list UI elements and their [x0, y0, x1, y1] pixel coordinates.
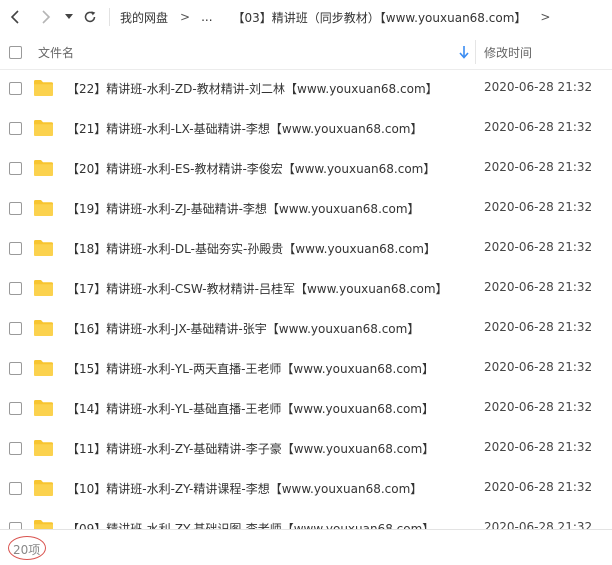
folder-icon	[34, 120, 53, 136]
modified-time: 2020-06-28 21:32	[484, 480, 593, 494]
table-row[interactable]: 【09】精讲班-水利-ZY-基础识图-李老师【www.youxuan68.com…	[0, 510, 612, 529]
file-name[interactable]: 【09】精讲班-水利-ZY-基础识图-李老师【www.youxuan68.com…	[67, 520, 434, 529]
arrow-down-icon[interactable]	[458, 44, 470, 60]
row-checkbox[interactable]	[9, 122, 22, 135]
file-name[interactable]: 【20】精讲班-水利-ES-教材精讲-李俊宏【www.youxuan68.com…	[67, 160, 435, 177]
row-checkbox[interactable]	[9, 402, 22, 415]
name-column-header[interactable]: 文件名	[38, 44, 74, 61]
folder-icon	[34, 400, 53, 416]
row-checkbox[interactable]	[9, 242, 22, 255]
table-row[interactable]: 【20】精讲班-水利-ES-教材精讲-李俊宏【www.youxuan68.com…	[0, 150, 612, 190]
modified-time: 2020-06-28 21:32	[484, 240, 593, 254]
table-row[interactable]: 【22】精讲班-水利-ZD-教材精讲-刘二林【www.youxuan68.com…	[0, 70, 612, 110]
folder-icon	[34, 160, 53, 176]
modified-time: 2020-06-28 21:32	[484, 120, 593, 134]
table-row[interactable]: 【21】精讲班-水利-LX-基础精讲-李想【www.youxuan68.com】…	[0, 110, 612, 150]
row-checkbox[interactable]	[9, 322, 22, 335]
time-column-header[interactable]: 修改时间	[484, 44, 532, 61]
row-checkbox[interactable]	[9, 522, 22, 529]
modified-time: 2020-06-28 21:32	[484, 400, 593, 414]
file-name[interactable]: 【11】精讲班-水利-ZY-基础精讲-李子豪【www.youxuan68.com…	[67, 440, 434, 457]
table-row[interactable]: 【11】精讲班-水利-ZY-基础精讲-李子豪【www.youxuan68.com…	[0, 430, 612, 470]
file-name[interactable]: 【19】精讲班-水利-ZJ-基础精讲-李想【www.youxuan68.com】	[67, 200, 420, 217]
refresh-icon	[84, 11, 96, 23]
modified-time: 2020-06-28 21:32	[484, 520, 593, 529]
caret-down-icon	[65, 14, 73, 19]
folder-icon	[34, 240, 53, 256]
breadcrumb: 我的网盘 > ... 【03】精讲班（同步教材）【www.youxuan68.c…	[120, 0, 561, 34]
file-name[interactable]: 【17】精讲班-水利-CSW-教材精讲-吕桂军【www.youxuan68.co…	[67, 280, 448, 297]
toolbar-divider	[109, 8, 110, 26]
column-divider[interactable]	[475, 40, 476, 64]
row-checkbox[interactable]	[9, 202, 22, 215]
refresh-button[interactable]	[80, 7, 100, 27]
table-row[interactable]: 【18】精讲班-水利-DL-基础夯实-孙殿贵【www.youxuan68.com…	[0, 230, 612, 270]
table-row[interactable]: 【19】精讲班-水利-ZJ-基础精讲-李想【www.youxuan68.com】…	[0, 190, 612, 230]
folder-icon	[34, 440, 53, 456]
file-list: 【22】精讲班-水利-ZD-教材精讲-刘二林【www.youxuan68.com…	[0, 70, 612, 529]
annotation-circle	[8, 536, 46, 560]
breadcrumb-root[interactable]: 我的网盘	[120, 9, 168, 26]
history-dropdown[interactable]	[62, 7, 76, 27]
modified-time: 2020-06-28 21:32	[484, 160, 593, 174]
folder-icon	[34, 480, 53, 496]
modified-time: 2020-06-28 21:32	[484, 200, 593, 214]
row-checkbox[interactable]	[9, 482, 22, 495]
table-row[interactable]: 【15】精讲班-水利-YL-两天直播-王老师【www.youxuan68.com…	[0, 350, 612, 390]
file-name[interactable]: 【14】精讲班-水利-YL-基础直播-王老师【www.youxuan68.com…	[67, 400, 434, 417]
row-checkbox[interactable]	[9, 442, 22, 455]
back-button[interactable]	[6, 7, 26, 27]
folder-icon	[34, 320, 53, 336]
chevron-left-icon	[10, 10, 19, 24]
modified-time: 2020-06-28 21:32	[484, 440, 593, 454]
modified-time: 2020-06-28 21:32	[484, 320, 593, 334]
table-row[interactable]: 【17】精讲班-水利-CSW-教材精讲-吕桂军【www.youxuan68.co…	[0, 270, 612, 310]
status-bar: 20项	[0, 529, 612, 565]
modified-time: 2020-06-28 21:32	[484, 280, 593, 294]
table-row[interactable]: 【14】精讲班-水利-YL-基础直播-王老师【www.youxuan68.com…	[0, 390, 612, 430]
modified-time: 2020-06-28 21:32	[484, 360, 593, 374]
folder-icon	[34, 200, 53, 216]
row-checkbox[interactable]	[9, 82, 22, 95]
folder-icon	[34, 280, 53, 296]
file-name[interactable]: 【22】精讲班-水利-ZD-教材精讲-刘二林【www.youxuan68.com…	[67, 80, 438, 97]
row-checkbox[interactable]	[9, 162, 22, 175]
select-all-checkbox[interactable]	[9, 46, 22, 59]
file-name[interactable]: 【18】精讲班-水利-DL-基础夯实-孙殿贵【www.youxuan68.com…	[67, 240, 436, 257]
row-checkbox[interactable]	[9, 362, 22, 375]
modified-time: 2020-06-28 21:32	[484, 80, 593, 94]
chevron-right-icon	[42, 10, 51, 24]
breadcrumb-ellipsis[interactable]: ...	[201, 10, 212, 24]
toolbar: 我的网盘 > ... 【03】精讲班（同步教材）【www.youxuan68.c…	[0, 0, 612, 34]
folder-icon	[34, 80, 53, 96]
folder-icon	[34, 520, 53, 529]
column-header: 文件名 修改时间	[0, 34, 612, 70]
file-name[interactable]: 【15】精讲班-水利-YL-两天直播-王老师【www.youxuan68.com…	[67, 360, 434, 377]
breadcrumb-current[interactable]: 【03】精讲班（同步教材）【www.youxuan68.com】	[233, 9, 527, 26]
table-row[interactable]: 【16】精讲班-水利-JX-基础精讲-张宇【www.youxuan68.com】…	[0, 310, 612, 350]
breadcrumb-separator[interactable]: >	[540, 10, 550, 24]
file-name[interactable]: 【21】精讲班-水利-LX-基础精讲-李想【www.youxuan68.com】	[67, 120, 422, 137]
row-checkbox[interactable]	[9, 282, 22, 295]
file-name[interactable]: 【16】精讲班-水利-JX-基础精讲-张宇【www.youxuan68.com】	[67, 320, 419, 337]
forward-button[interactable]	[35, 7, 55, 27]
file-name[interactable]: 【10】精讲班-水利-ZY-精讲课程-李想【www.youxuan68.com】	[67, 480, 422, 497]
folder-icon	[34, 360, 53, 376]
breadcrumb-separator: >	[180, 10, 191, 24]
table-row[interactable]: 【10】精讲班-水利-ZY-精讲课程-李想【www.youxuan68.com】…	[0, 470, 612, 510]
